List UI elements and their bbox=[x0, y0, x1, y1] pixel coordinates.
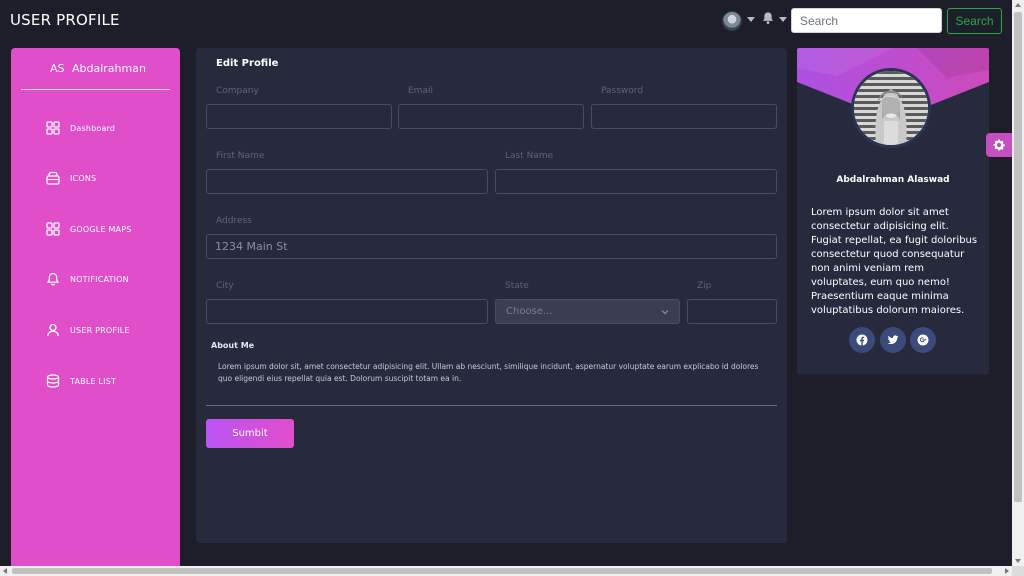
first-name-label: First Name bbox=[216, 151, 265, 161]
user-name: Abdalrahman bbox=[72, 62, 146, 75]
sidebar-item-table-list[interactable]: TABLE LIST bbox=[46, 373, 116, 389]
sidebar-item-icons[interactable]: ICONS bbox=[46, 170, 96, 186]
sidebar-item-user-profile[interactable]: USER PROFILE bbox=[46, 322, 130, 338]
search-input[interactable] bbox=[791, 8, 942, 33]
first-name-field[interactable] bbox=[206, 169, 488, 194]
sidebar-divider bbox=[21, 89, 170, 90]
scrollbar-corner bbox=[1012, 566, 1024, 576]
profile-card: Abdalrahman Alaswad Lorem ipsum dolor si… bbox=[797, 48, 989, 374]
last-name-label: Last Name bbox=[505, 151, 554, 161]
horizontal-scrollbar[interactable] bbox=[0, 566, 1012, 576]
profile-name: Abdalrahman Alaswad bbox=[836, 175, 950, 185]
sidebar-item-label: GOOGLE MAPS bbox=[70, 224, 132, 234]
bell-icon bbox=[46, 272, 60, 286]
company-label: Company bbox=[216, 86, 259, 96]
twitter-icon bbox=[887, 335, 899, 345]
email-field[interactable] bbox=[398, 104, 584, 129]
grid-icon bbox=[46, 222, 60, 236]
address-placeholder: 1234 Main St bbox=[215, 240, 288, 253]
search-button[interactable]: Search bbox=[947, 8, 1002, 34]
profile-photo bbox=[854, 71, 928, 145]
user-initials: AS bbox=[50, 62, 65, 75]
last-name-field[interactable] bbox=[495, 169, 777, 194]
city-label: City bbox=[216, 281, 234, 291]
scroll-left-icon[interactable] bbox=[3, 568, 7, 574]
sidebar-item-label: USER PROFILE bbox=[70, 325, 130, 335]
sidebar-item-label: NOTIFICATION bbox=[70, 274, 129, 284]
password-field[interactable] bbox=[591, 104, 777, 129]
profile-avatar bbox=[851, 68, 931, 148]
avatar-dropdown-caret-icon[interactable] bbox=[747, 17, 755, 22]
state-label: State bbox=[505, 281, 529, 291]
sidebar-item-label: Dashboard bbox=[70, 123, 116, 133]
zip-label: Zip bbox=[697, 281, 712, 291]
city-field[interactable] bbox=[206, 299, 488, 324]
google-plus-icon bbox=[917, 334, 929, 346]
page-title: USER PROFILE bbox=[10, 11, 120, 29]
zip-field[interactable] bbox=[687, 299, 777, 324]
facebook-icon bbox=[856, 334, 868, 346]
card-title: Edit Profile bbox=[216, 58, 279, 69]
scroll-down-icon[interactable] bbox=[1015, 559, 1021, 563]
sidebar-item-dashboard[interactable]: Dashboard bbox=[46, 120, 115, 136]
facebook-button[interactable] bbox=[849, 327, 875, 353]
scroll-right-icon[interactable] bbox=[1005, 568, 1009, 574]
about-me-textarea[interactable]: Lorem ipsum dolor sit, amet consectetur … bbox=[218, 361, 768, 385]
atom-icon bbox=[46, 171, 60, 185]
user-icon bbox=[47, 323, 59, 337]
sidebar-item-label: ICONS bbox=[70, 173, 97, 183]
sidebar-item-google-maps[interactable]: GOOGLE MAPS bbox=[46, 221, 132, 237]
sidebar-item-notification[interactable]: NOTIFICATION bbox=[46, 271, 129, 287]
sidebar-item-label: TABLE LIST bbox=[70, 376, 117, 386]
sidebar: AS Abdalrahman Dashboard ICONS GOOGLE MA… bbox=[11, 48, 180, 568]
gear-icon bbox=[993, 139, 1005, 151]
state-select-value: Choose... bbox=[506, 306, 553, 317]
twitter-button[interactable] bbox=[880, 327, 906, 353]
horizontal-scroll-thumb[interactable] bbox=[12, 568, 992, 574]
google-plus-button[interactable] bbox=[910, 327, 936, 353]
submit-button[interactable]: Sumbit bbox=[206, 419, 294, 448]
vertical-scroll-thumb[interactable] bbox=[1014, 12, 1022, 502]
about-me-underline bbox=[206, 405, 777, 406]
grid-icon bbox=[46, 121, 60, 135]
notification-dropdown-caret-icon[interactable] bbox=[779, 17, 787, 22]
vertical-scrollbar[interactable] bbox=[1012, 0, 1024, 566]
database-icon bbox=[46, 374, 60, 388]
password-label: Password bbox=[601, 86, 644, 96]
notification-bell-icon[interactable] bbox=[761, 11, 775, 25]
avatar[interactable] bbox=[722, 11, 742, 31]
chevron-down-icon bbox=[661, 309, 669, 314]
about-me-label: About Me bbox=[211, 341, 255, 350]
top-navbar: USER PROFILE Search bbox=[0, 0, 1012, 42]
settings-toggle[interactable] bbox=[986, 133, 1012, 157]
address-label: Address bbox=[216, 216, 252, 226]
state-select[interactable]: Choose... bbox=[495, 299, 680, 324]
company-field[interactable] bbox=[206, 104, 392, 129]
email-label: Email bbox=[408, 86, 433, 96]
profile-bio: Lorem ipsum dolor sit amet consectetur a… bbox=[811, 207, 978, 316]
scroll-up-icon[interactable] bbox=[1015, 3, 1021, 7]
address-field[interactable]: 1234 Main St bbox=[206, 234, 777, 259]
edit-profile-card: Edit Profile Company Email Password Firs… bbox=[196, 48, 787, 543]
